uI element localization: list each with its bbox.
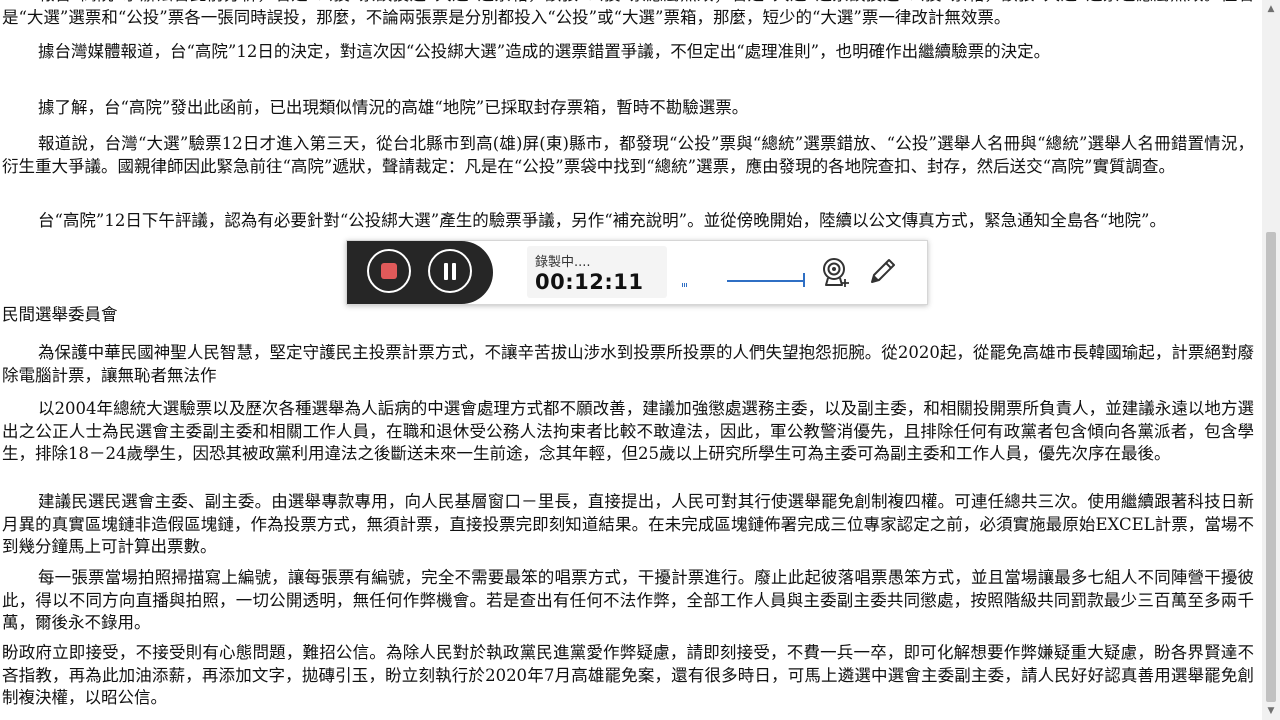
stop-recording-button[interactable] [367,249,411,293]
paragraph: 報道說，台灣“大選”驗票12日才進入第三天，從台北縣市到高(雄)屏(東)縣市，都… [2,134,1254,176]
paragraph: 建議民選民選會主委、副主委。由選舉專款專用，向人民基層窗口－里長，直接提出，人民… [2,492,1254,556]
paragraph: 據台灣媒體報道，台“高院”12日的決定，對這次因“公投綁大選”造成的選票錯置爭議… [38,42,1051,61]
webcam-button[interactable] [819,256,853,290]
paragraph: 據了解，台“高院”發出此函前，已出現類似情況的高雄“地院”已採取封存票箱，暫時不… [38,98,749,117]
webcam-icon [823,258,849,287]
document-view: 報台“高院”承辦法官此前分析，若是“公投”票誤投進“大選”選票箱，該張“公投”票… [0,0,1262,720]
recording-status: 錄製中.... [535,255,591,270]
elapsed-time: 00:12:11 [535,270,644,294]
paragraph: 盼政府立即接受，不接受則有心態問題，難招公信。為除人民對於執政黨民進黨愛作弊疑慮… [2,643,1254,707]
recorder-controls [347,241,493,304]
volume-slider-thumb[interactable] [803,273,805,287]
scrollbar-thumb[interactable] [1266,232,1276,702]
paragraph: 每一張票當場拍照掃描寫上編號，讓每張票有編號，完全不需要最笨的唱票方式，干擾計票… [2,568,1254,632]
screen-recorder-toolbar: 錄製中.... 00:12:11 [346,240,928,305]
volume-slider[interactable] [727,273,805,287]
volume-slider-track [727,280,803,282]
paragraph: 以2004年總統大選驗票以及歷次各種選舉為人詬病的中選會處理方式都不願改善，建議… [2,399,1254,463]
stop-icon [381,263,397,279]
pause-icon [444,263,448,280]
section-heading: 民間選舉委員會 [2,305,118,324]
pause-recording-button[interactable] [428,249,472,293]
recording-timer: 錄製中.... 00:12:11 [527,246,667,298]
audio-level-meter [682,282,690,288]
paragraph: 為保護中華民國神聖人民智慧，堅定守護民主投票計票方式，不讓辛苦拔山涉水到投票所投… [2,343,1254,385]
paragraph: 報台“高院”承辦法官此前分析，若是“公投”票誤投進“大選”選票箱，該張“公投”票… [2,0,1254,27]
scroll-up-arrow-icon[interactable]: ▲ [1262,0,1280,18]
scroll-down-arrow-icon[interactable]: ▼ [1262,702,1280,720]
paragraph: 台“高院”12日下午評議，認為有必要針對“公投綁大選”產生的驗票爭議，另作“補充… [38,211,1166,230]
pen-icon [871,259,895,283]
annotate-pen-button[interactable] [865,255,899,289]
vertical-scrollbar[interactable]: ▲ ▼ [1262,0,1280,720]
